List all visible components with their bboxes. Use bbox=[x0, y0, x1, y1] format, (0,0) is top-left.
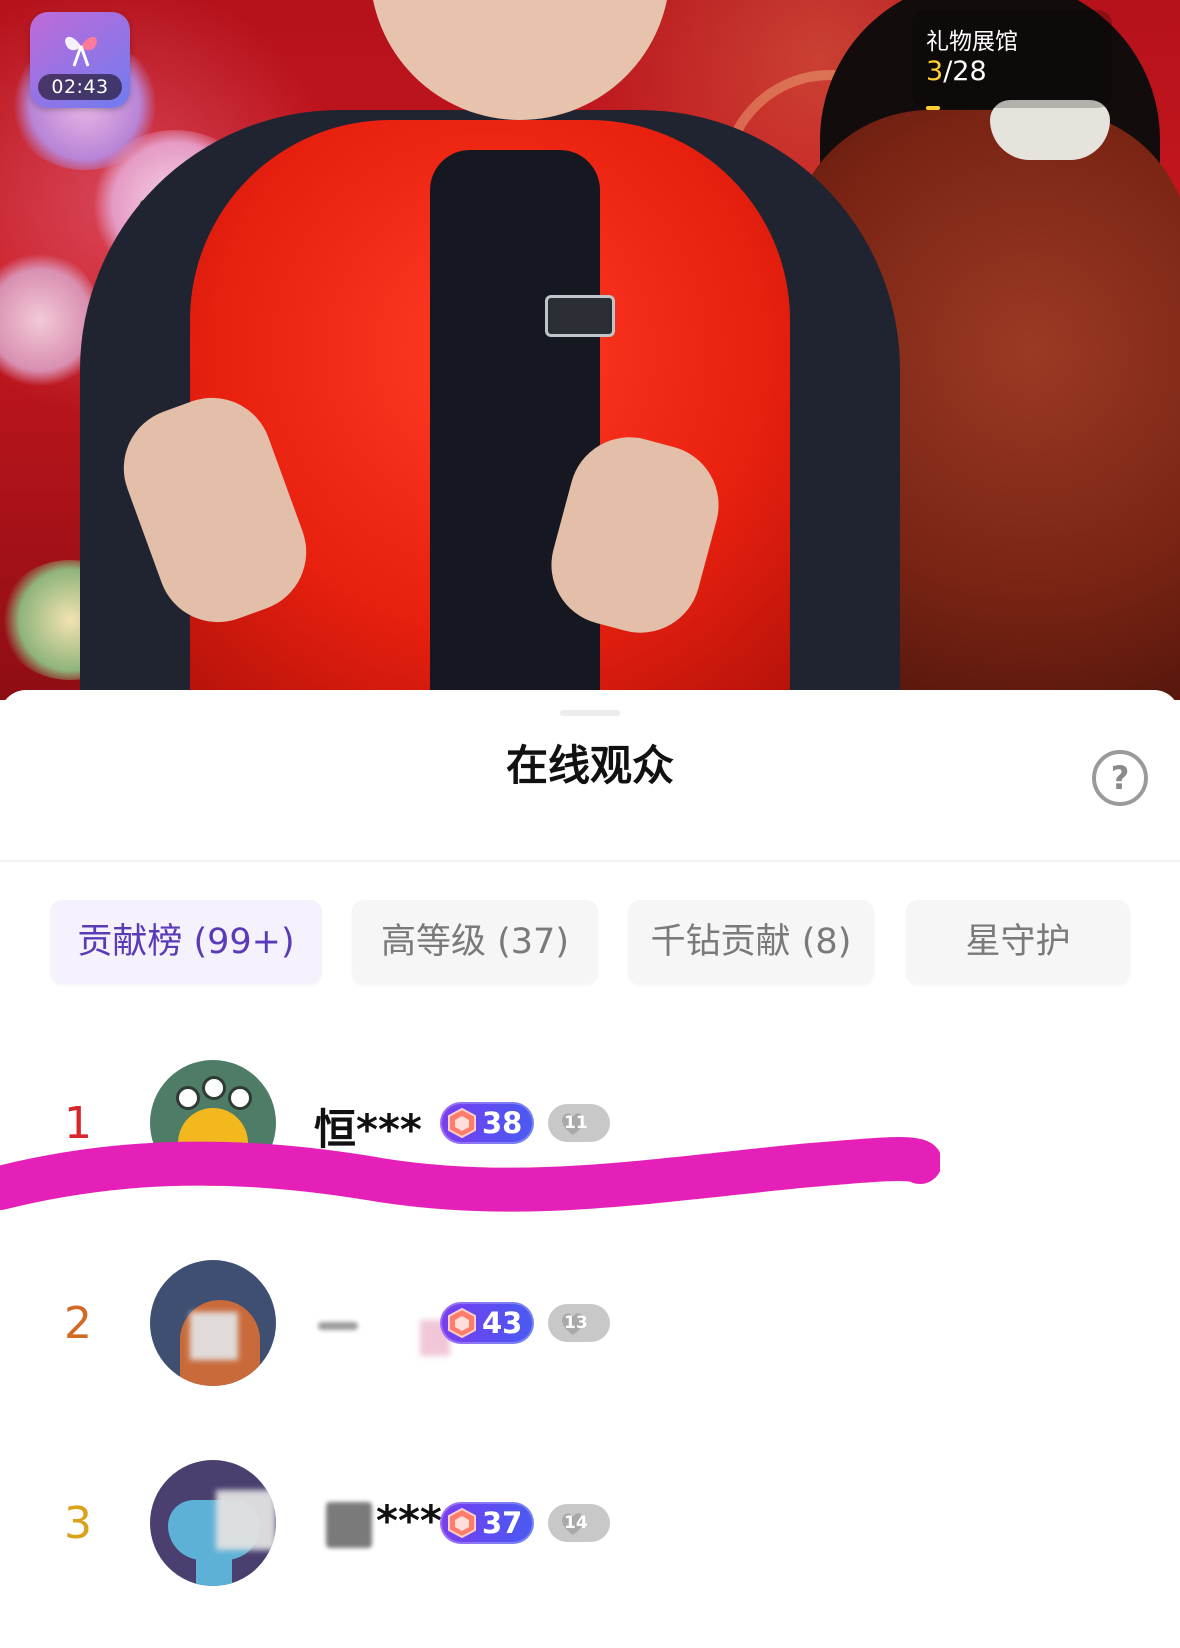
sheet-title: 在线观众 bbox=[505, 741, 674, 790]
hexagon-gem-icon bbox=[448, 1307, 476, 1339]
username-redacted bbox=[318, 1322, 358, 1330]
hexagon-gem-icon bbox=[448, 1507, 476, 1539]
gift-hall-label: 礼物展馆 bbox=[926, 29, 1018, 55]
gift-timer-badge[interactable]: 02:43 bbox=[30, 12, 130, 108]
clip-microphone bbox=[545, 295, 615, 337]
avatar-eye bbox=[176, 1086, 200, 1110]
fan-level-number: 11 bbox=[564, 1113, 588, 1133]
person-2-collar bbox=[990, 100, 1110, 160]
gift-hall-button[interactable]: 礼物展馆 3/28 bbox=[912, 10, 1112, 110]
rank-number: 2 bbox=[64, 1298, 92, 1349]
avatar-eye bbox=[202, 1076, 226, 1100]
level-number: 43 bbox=[482, 1306, 523, 1340]
divider bbox=[0, 860, 1180, 862]
avatar[interactable] bbox=[150, 1060, 276, 1186]
gift-hall-count: 3/28 bbox=[926, 56, 987, 87]
gift-hall-current: 3 bbox=[926, 56, 944, 87]
username: *** bbox=[376, 1496, 442, 1545]
help-button[interactable]: ? bbox=[1092, 750, 1148, 806]
tab-contribution-ranking[interactable]: 贡献榜 (99+) bbox=[50, 900, 322, 984]
rank-number: 3 bbox=[64, 1498, 92, 1549]
level-badge: 38 bbox=[440, 1102, 534, 1144]
rank-number: 1 bbox=[64, 1098, 92, 1149]
username: 恒*** bbox=[314, 1105, 422, 1154]
fan-badge: 13 bbox=[548, 1304, 610, 1342]
level-badge: 43 bbox=[440, 1302, 534, 1344]
gift-hall-total: /28 bbox=[943, 56, 987, 87]
avatar[interactable] bbox=[150, 1260, 276, 1386]
username-redacted bbox=[326, 1502, 372, 1548]
person-1-inner-shirt bbox=[430, 150, 600, 700]
avatar-blur bbox=[216, 1490, 276, 1550]
gift-hall-indicator bbox=[926, 106, 940, 110]
fan-level-number: 14 bbox=[564, 1513, 588, 1533]
avatar-monster bbox=[178, 1108, 248, 1186]
question-circle-icon: ? bbox=[1110, 759, 1130, 797]
tab-diamond-contribution[interactable]: 千钻贡献 (8) bbox=[628, 900, 874, 984]
avatar-blur bbox=[190, 1312, 238, 1360]
gift-bow-icon bbox=[65, 36, 97, 67]
avatar[interactable] bbox=[150, 1460, 276, 1586]
live-video[interactable]: 02:43 礼物展馆 3/28 bbox=[0, 0, 1180, 700]
avatar-creature-neck bbox=[196, 1550, 232, 1586]
sheet-drag-handle[interactable] bbox=[560, 710, 620, 716]
level-number: 38 bbox=[482, 1106, 523, 1140]
fan-badge: 14 bbox=[548, 1504, 610, 1542]
audience-row[interactable]: 1 恒*** 38 11 bbox=[0, 1060, 1180, 1190]
level-number: 37 bbox=[482, 1506, 523, 1540]
level-badge: 37 bbox=[440, 1502, 534, 1544]
audience-tabs: 贡献榜 (99+) 高等级 (37) 千钻贡献 (8) 星守护 bbox=[50, 900, 1130, 984]
fan-level-number: 13 bbox=[564, 1313, 588, 1333]
tab-star-guardian[interactable]: 星守护 bbox=[906, 900, 1130, 984]
fan-badge: 11 bbox=[548, 1104, 610, 1142]
online-audience-sheet: 在线观众 ? 贡献榜 (99+) 高等级 (37) 千钻贡献 (8) 星守护 1… bbox=[0, 690, 1180, 1648]
timer-text: 02:43 bbox=[38, 74, 122, 100]
hexagon-gem-icon bbox=[448, 1107, 476, 1139]
tab-high-level[interactable]: 高等级 (37) bbox=[352, 900, 598, 984]
avatar-eye bbox=[228, 1086, 252, 1110]
audience-row[interactable]: 3 *** 37 14 bbox=[0, 1460, 1180, 1590]
audience-row[interactable]: 2 43 13 bbox=[0, 1260, 1180, 1390]
